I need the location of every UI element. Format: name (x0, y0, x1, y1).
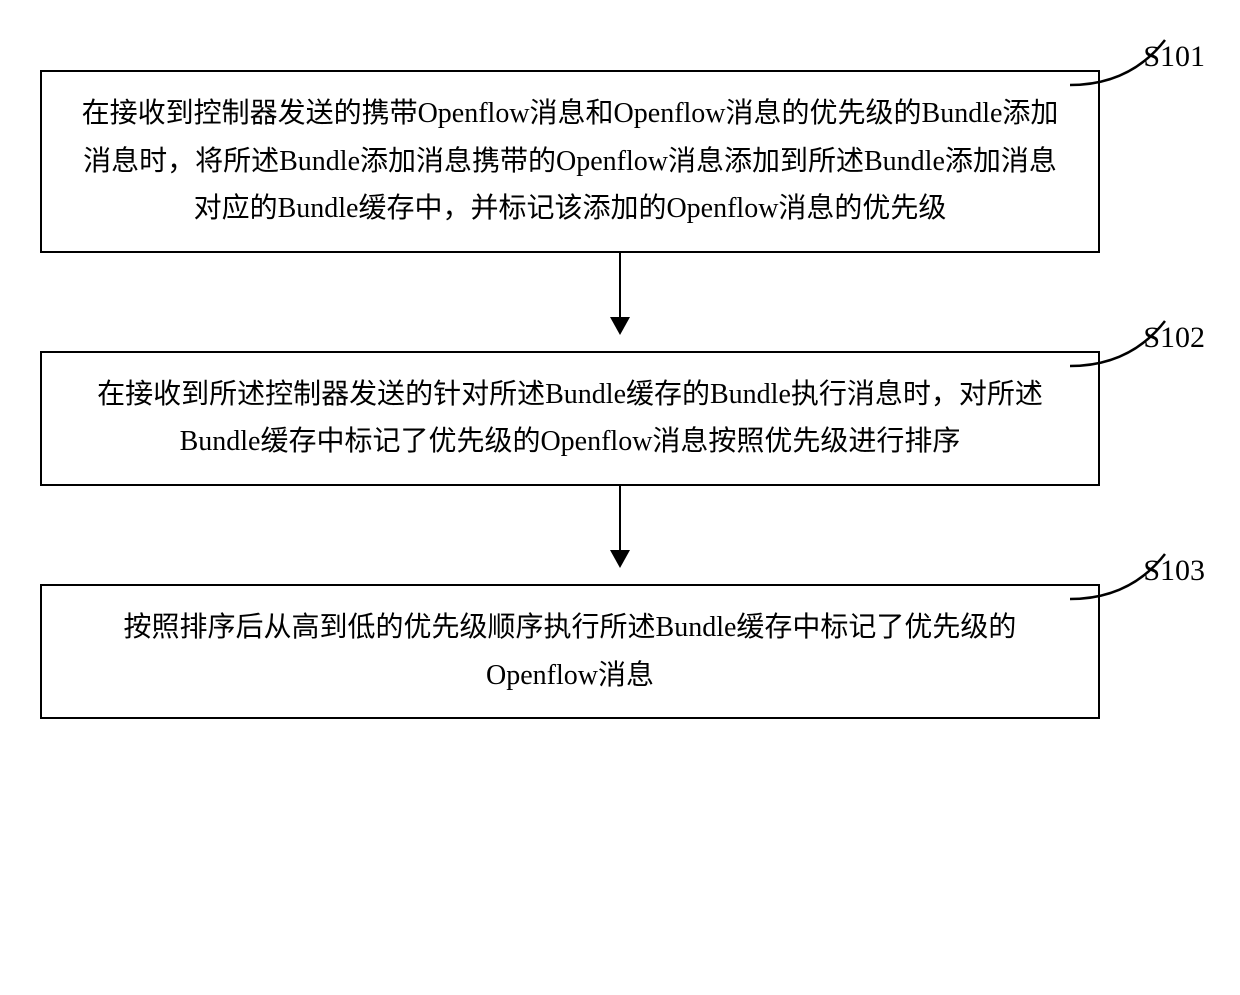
step-s101-wrapper: 在接收到控制器发送的携带Openflow消息和Openflow消息的优先级的Bu… (40, 70, 1200, 253)
step-text-s102: 在接收到所述控制器发送的针对所述Bundle缓存的Bundle执行消息时，对所述… (97, 379, 1043, 458)
step-box-s103: 按照排序后从高到低的优先级顺序执行所述Bundle缓存中标记了优先级的Openf… (40, 584, 1100, 719)
arrow-s102-to-s103 (619, 486, 622, 566)
arrow-s101-to-s102 (619, 253, 622, 333)
step-label-s101: S101 (1143, 40, 1205, 74)
step-s102-wrapper: 在接收到所述控制器发送的针对所述Bundle缓存的Bundle执行消息时，对所述… (40, 351, 1200, 486)
flowchart-container: 在接收到控制器发送的携带Openflow消息和Openflow消息的优先级的Bu… (40, 30, 1200, 719)
step-label-s102: S102 (1143, 321, 1205, 355)
step-text-s101: 在接收到控制器发送的携带Openflow消息和Openflow消息的优先级的Bu… (82, 98, 1059, 224)
step-s103-wrapper: 按照排序后从高到低的优先级顺序执行所述Bundle缓存中标记了优先级的Openf… (40, 584, 1200, 719)
step-box-s101: 在接收到控制器发送的携带Openflow消息和Openflow消息的优先级的Bu… (40, 70, 1100, 253)
step-label-s103: S103 (1143, 554, 1205, 588)
step-box-s102: 在接收到所述控制器发送的针对所述Bundle缓存的Bundle执行消息时，对所述… (40, 351, 1100, 486)
step-text-s103: 按照排序后从高到低的优先级顺序执行所述Bundle缓存中标记了优先级的Openf… (124, 612, 1017, 691)
